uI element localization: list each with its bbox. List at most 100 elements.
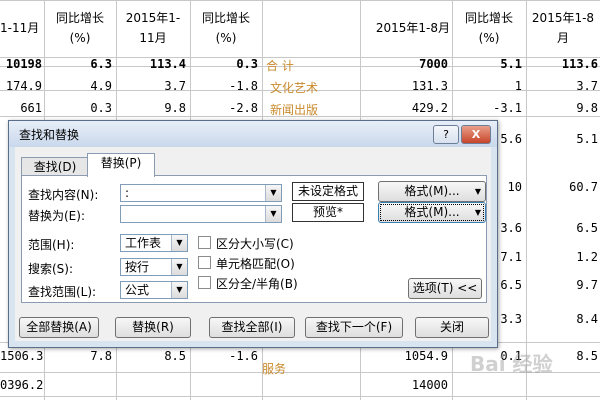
watermark: Bai 经验	[470, 352, 553, 376]
table-cell: 1054.9	[404, 349, 448, 363]
find-replace-dialog: 查找和替换 ? X 查找(D) 替换(P) 查找内容(N): : ▼ 未设定格式…	[8, 120, 498, 348]
table-cell: 113.6	[561, 57, 598, 71]
close-icon[interactable]: X	[461, 125, 491, 144]
replace-format-label: 格式(M)...	[404, 205, 460, 219]
chevron-down-icon[interactable]: ▼	[171, 282, 187, 298]
table-cell: -1.8	[229, 79, 258, 93]
find-all-button[interactable]: 查找全部(I)	[209, 317, 295, 338]
table-cell: 0.3	[90, 101, 112, 115]
table-cell: 3.3	[500, 312, 522, 326]
table-cell: 5.1	[500, 57, 522, 71]
match-width-checkbox[interactable]	[198, 276, 211, 289]
header-cell: 2015年1-8 月	[531, 11, 595, 45]
chevron-down-icon[interactable]: ▼	[171, 259, 187, 275]
table-cell: 1.2	[576, 250, 598, 264]
chevron-down-icon[interactable]: ▼	[265, 185, 281, 201]
table-cell: 5.6	[500, 132, 522, 146]
lookin-value: 公式	[125, 283, 150, 297]
table-cell: 6.5	[500, 278, 522, 292]
table-cell: 8.5	[164, 349, 186, 363]
table-cell: 7.8	[90, 349, 112, 363]
table-cell: 5.1	[576, 132, 598, 146]
table-cell: 服务	[262, 362, 287, 376]
table-cell: -1.6	[229, 349, 258, 363]
table-cell: 1506.3	[0, 349, 44, 363]
table-cell: 6.5	[576, 221, 598, 235]
dialog-titlebar[interactable]: 查找和替换 ? X	[9, 121, 497, 147]
table-cell: 9.7	[576, 278, 598, 292]
table-cell: 合 计	[266, 59, 294, 73]
match-cell-checkbox[interactable]	[198, 256, 211, 269]
table-cell: 131.3	[411, 79, 448, 93]
table-cell: 10198	[5, 57, 42, 71]
table-cell: 9.8	[576, 101, 598, 115]
header-cell: 1-11月	[0, 21, 40, 35]
table-cell: 3.7	[164, 79, 186, 93]
lookin-label: 查找范围(L):	[28, 285, 97, 299]
table-cell: 3.6	[500, 221, 522, 235]
replace-panel: 查找内容(N): : ▼ 未设定格式 格式(M)... ▼ 替换为(E): ▼ …	[21, 175, 487, 303]
scope-value: 工作表	[125, 236, 162, 250]
table-cell: 文化艺术	[270, 81, 319, 95]
replace-all-button[interactable]: 全部替换(A)	[19, 317, 99, 338]
table-cell: 10	[507, 180, 522, 194]
table-cell: 9.8	[164, 101, 186, 115]
table-cell: 8.4	[576, 312, 598, 326]
table-cell: 6.3	[90, 57, 112, 71]
help-button[interactable]: ?	[433, 125, 459, 144]
replace-format-preview: 预览*	[292, 203, 364, 222]
table-cell: 661	[20, 101, 42, 115]
table-cell: 14000	[411, 378, 448, 392]
close-button[interactable]: 关闭	[415, 317, 489, 338]
table-cell: 4.9	[90, 79, 112, 93]
table-cell: -2.8	[229, 101, 258, 115]
find-label: 查找内容(N):	[28, 188, 99, 202]
chevron-down-icon[interactable]: ▼	[265, 206, 281, 222]
grid-line	[0, 396, 600, 397]
find-input[interactable]: : ▼	[120, 184, 282, 202]
header-cell: 2015年1- 11月	[125, 11, 181, 45]
match-case-label: 区分大小写(C)	[216, 237, 294, 251]
search-select[interactable]: 按行 ▼	[120, 258, 188, 276]
find-format-button[interactable]: 格式(M)... ▼	[378, 181, 486, 202]
dialog-title: 查找和替换	[19, 128, 80, 142]
replace-label: 替换为(E):	[28, 209, 85, 223]
lookin-select[interactable]: 公式 ▼	[120, 281, 188, 299]
search-value: 按行	[125, 260, 150, 274]
replace-input[interactable]: ▼	[120, 205, 282, 223]
table-cell: 新闻出版	[270, 103, 319, 117]
dialog-body: 查找(D) 替换(P) 查找内容(N): : ▼ 未设定格式 格式(M)... …	[15, 147, 491, 341]
table-cell: 3.7	[576, 79, 598, 93]
options-button[interactable]: 选项(T) <<	[408, 278, 482, 299]
table-cell: 7000	[419, 57, 448, 71]
scope-select[interactable]: 工作表 ▼	[120, 234, 188, 252]
header-cell: 2015年1-8月	[375, 21, 450, 35]
replace-button[interactable]: 替换(R)	[115, 317, 191, 338]
table-cell: 0.3	[236, 57, 258, 71]
chevron-down-icon: ▼	[474, 208, 481, 217]
find-value: :	[125, 186, 130, 200]
table-cell: 429.2	[411, 101, 448, 115]
table-cell: 60.7	[569, 180, 598, 194]
match-case-checkbox[interactable]	[198, 236, 211, 249]
scope-label: 范围(H):	[28, 238, 75, 252]
replace-format-button[interactable]: 格式(M)... ▼	[378, 202, 486, 223]
table-cell: 113.4	[149, 57, 186, 71]
match-width-label: 区分全/半角(B)	[216, 277, 298, 291]
header-cell: 同比增长 (%)	[55, 11, 104, 45]
search-label: 搜索(S):	[28, 262, 74, 276]
chevron-down-icon: ▼	[474, 187, 481, 196]
find-format-preview: 未设定格式	[292, 182, 364, 201]
find-format-label: 格式(M)...	[404, 184, 460, 198]
tab-find[interactable]: 查找(D)	[21, 157, 89, 177]
find-next-button[interactable]: 查找下一个(F)	[305, 317, 403, 338]
header-cell: 同比增长 (%)	[464, 11, 513, 45]
table-cell: 174.9	[5, 79, 42, 93]
chevron-down-icon[interactable]: ▼	[171, 235, 187, 251]
table-cell: 1	[514, 79, 522, 93]
table-cell: 7.1	[500, 250, 522, 264]
table-cell: 0396.2	[0, 378, 44, 392]
match-cell-label: 单元格匹配(O)	[216, 257, 295, 271]
grid-line	[0, 0, 600, 1]
tab-replace[interactable]: 替换(P)	[87, 153, 155, 177]
